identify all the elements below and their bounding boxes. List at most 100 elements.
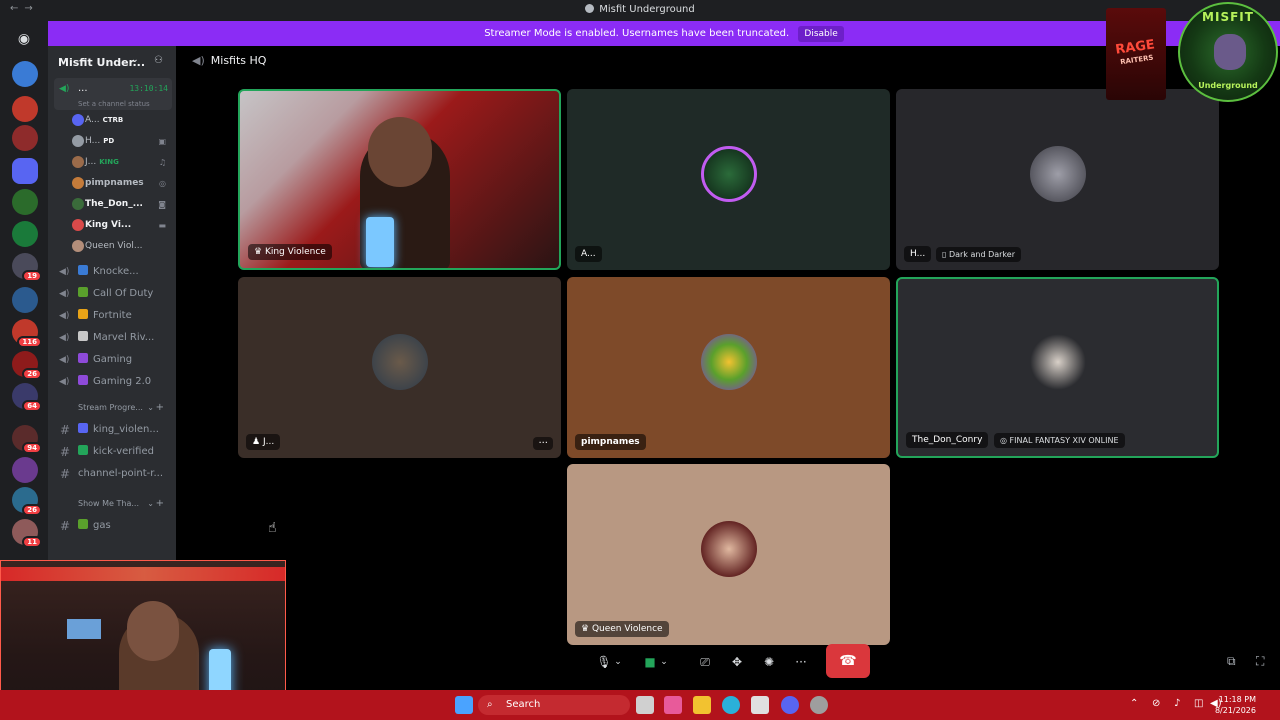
video-tile[interactable]: ♛ King Violence bbox=[238, 89, 561, 270]
webcam-head bbox=[368, 117, 432, 187]
channel-status[interactable]: Set a channel status bbox=[78, 93, 150, 110]
guild-header[interactable]: Misfit Under... ⌄ ⚇ bbox=[48, 46, 176, 78]
voice-channel[interactable]: ◀) Marvel Riv... bbox=[54, 327, 172, 349]
server-icon[interactable]: 94 bbox=[12, 425, 42, 454]
server-icon[interactable] bbox=[12, 61, 38, 87]
channel-emoji-icon bbox=[78, 519, 88, 529]
text-channel[interactable]: # king_violen... bbox=[54, 419, 172, 441]
file-explorer-icon[interactable] bbox=[693, 696, 711, 714]
server-icon[interactable] bbox=[12, 189, 38, 215]
discord-icon bbox=[585, 4, 595, 13]
headset-icon: ♫ bbox=[158, 158, 166, 167]
search-box[interactable]: ⌕ Search bbox=[478, 695, 630, 715]
server-icon[interactable] bbox=[12, 287, 38, 313]
participant-label: pimpnames bbox=[575, 434, 646, 450]
task-view-icon[interactable] bbox=[636, 696, 654, 714]
server-icon[interactable]: 26 bbox=[12, 487, 42, 516]
system-clock[interactable]: 11:18 PM 8/21/2026 bbox=[1215, 694, 1256, 716]
voice-channel[interactable]: ◀) Gaming bbox=[54, 349, 172, 371]
speaker-icon: ◀) bbox=[59, 311, 70, 321]
text-channel[interactable]: # channel-point-r... bbox=[54, 463, 172, 485]
server-icon[interactable]: 64 bbox=[12, 383, 42, 412]
voice-member[interactable]: Queen Viol... bbox=[48, 236, 176, 257]
avatar bbox=[371, 333, 428, 390]
server-icon[interactable]: 116 bbox=[12, 319, 42, 348]
voice-member[interactable]: A... CTRB bbox=[48, 110, 176, 131]
server-icon[interactable] bbox=[12, 158, 38, 184]
voice-member[interactable]: J... KING ♫ bbox=[48, 152, 176, 173]
voice-member[interactable]: pimpnames ◎ bbox=[48, 173, 176, 194]
webcam-lamp bbox=[366, 217, 394, 267]
copilot-icon[interactable] bbox=[664, 696, 682, 714]
mic-tray-icon[interactable]: ♪ bbox=[1174, 698, 1180, 709]
add-channel-icon[interactable]: + bbox=[156, 493, 164, 515]
channel-category[interactable]: Show Me Tha... ⌄ + bbox=[48, 493, 176, 515]
channel-emoji-icon bbox=[78, 375, 88, 385]
stream-overlay-logo-right: MISFIT Underground bbox=[1178, 2, 1278, 102]
text-channel[interactable]: # kick-verified bbox=[54, 441, 172, 463]
discord-home-icon[interactable]: ◉ bbox=[12, 27, 36, 51]
server-icon[interactable] bbox=[12, 125, 38, 151]
disable-button[interactable]: Disable bbox=[798, 26, 844, 42]
obs-icon[interactable] bbox=[810, 696, 828, 714]
activities-icon[interactable]: ✥ bbox=[725, 650, 749, 674]
voice-tile[interactable]: ♟ J... ··· bbox=[238, 277, 561, 458]
avatar bbox=[72, 156, 84, 168]
avatar bbox=[700, 520, 757, 577]
chevron-down-icon[interactable]: ⌄ bbox=[612, 650, 624, 674]
avatar bbox=[1029, 333, 1086, 390]
avatar bbox=[72, 135, 84, 147]
voice-channel[interactable]: ◀) Call Of Duty bbox=[54, 283, 172, 305]
voice-channel[interactable]: ◀) Fortnite bbox=[54, 305, 172, 327]
more-options-icon[interactable]: ··· bbox=[533, 437, 553, 450]
screen-share-icon[interactable]: ⎚ bbox=[693, 650, 717, 674]
store-icon[interactable] bbox=[751, 696, 769, 714]
windows-start-icon[interactable] bbox=[455, 696, 473, 714]
voice-tile[interactable]: The_Don_Conry ◎ FINAL FANTASY XIV ONLINE bbox=[896, 277, 1219, 458]
avatar bbox=[72, 177, 84, 189]
voice-member[interactable]: King Vi... ▬ bbox=[48, 215, 176, 236]
server-icon[interactable]: 11 bbox=[12, 519, 42, 548]
current-voice-channel[interactable]: ◀) ... 13:10:14 Set a channel status bbox=[54, 78, 172, 110]
chevron-down-icon[interactable]: ⌄ bbox=[658, 650, 670, 674]
streamer-mode-banner: Streamer Mode is enabled. Usernames have… bbox=[48, 21, 1280, 46]
network-icon[interactable]: ⊘ bbox=[1152, 698, 1160, 709]
voice-member[interactable]: H... PD ▣ bbox=[48, 131, 176, 152]
notification-badge: 26 bbox=[22, 368, 42, 380]
channel-category[interactable]: Stream Progre... ⌄ + bbox=[48, 397, 176, 419]
add-member-icon[interactable]: ⚇ bbox=[154, 55, 163, 66]
voice-channel[interactable]: ◀) Gaming 2.0 bbox=[54, 371, 172, 393]
wifi-icon[interactable]: ◫ bbox=[1194, 698, 1203, 709]
speaker-icon: ◀) bbox=[59, 377, 70, 387]
more-options-icon[interactable]: ··· bbox=[789, 650, 813, 674]
disconnect-button[interactable]: ☎ bbox=[826, 644, 870, 678]
server-icon[interactable] bbox=[12, 221, 38, 247]
voice-tile[interactable]: H... ▯ Dark and Darker bbox=[896, 89, 1219, 270]
edge-icon[interactable] bbox=[722, 696, 740, 714]
chevron-down-icon: ⌄ bbox=[131, 55, 139, 65]
add-channel-icon[interactable]: + bbox=[156, 397, 164, 419]
channel-emoji-icon bbox=[78, 309, 88, 319]
popout-icon[interactable]: ⧉ bbox=[1227, 654, 1236, 669]
voice-tile[interactable]: pimpnames bbox=[567, 277, 890, 458]
participant-label: ♛ Queen Violence bbox=[575, 621, 669, 637]
monitor-image bbox=[67, 619, 101, 639]
server-icon[interactable]: 26 bbox=[12, 351, 42, 380]
text-channel[interactable]: # gas bbox=[54, 515, 172, 537]
chevron-up-icon[interactable]: ⌃ bbox=[1130, 698, 1138, 709]
mascot-image bbox=[1214, 34, 1246, 70]
led-strip bbox=[1, 567, 285, 581]
server-icon[interactable] bbox=[12, 96, 38, 122]
voice-tile[interactable]: A... bbox=[567, 89, 890, 270]
discord-taskbar-icon[interactable] bbox=[781, 696, 799, 714]
voice-tile[interactable]: ♛ Queen Violence bbox=[567, 464, 890, 645]
mouse-cursor: ☝ bbox=[268, 520, 277, 536]
fullscreen-icon[interactable]: ⛶ bbox=[1256, 654, 1264, 669]
voice-member[interactable]: The_Don_... ◙ bbox=[48, 194, 176, 215]
notification-badge: 19 bbox=[22, 270, 42, 282]
voice-channel[interactable]: ◀) Knocke... bbox=[54, 261, 172, 283]
search-icon: ⌕ bbox=[487, 699, 493, 710]
server-icon[interactable]: 19 bbox=[12, 253, 42, 282]
soundboard-icon[interactable]: ✺ bbox=[757, 650, 781, 674]
server-icon[interactable] bbox=[12, 457, 38, 483]
